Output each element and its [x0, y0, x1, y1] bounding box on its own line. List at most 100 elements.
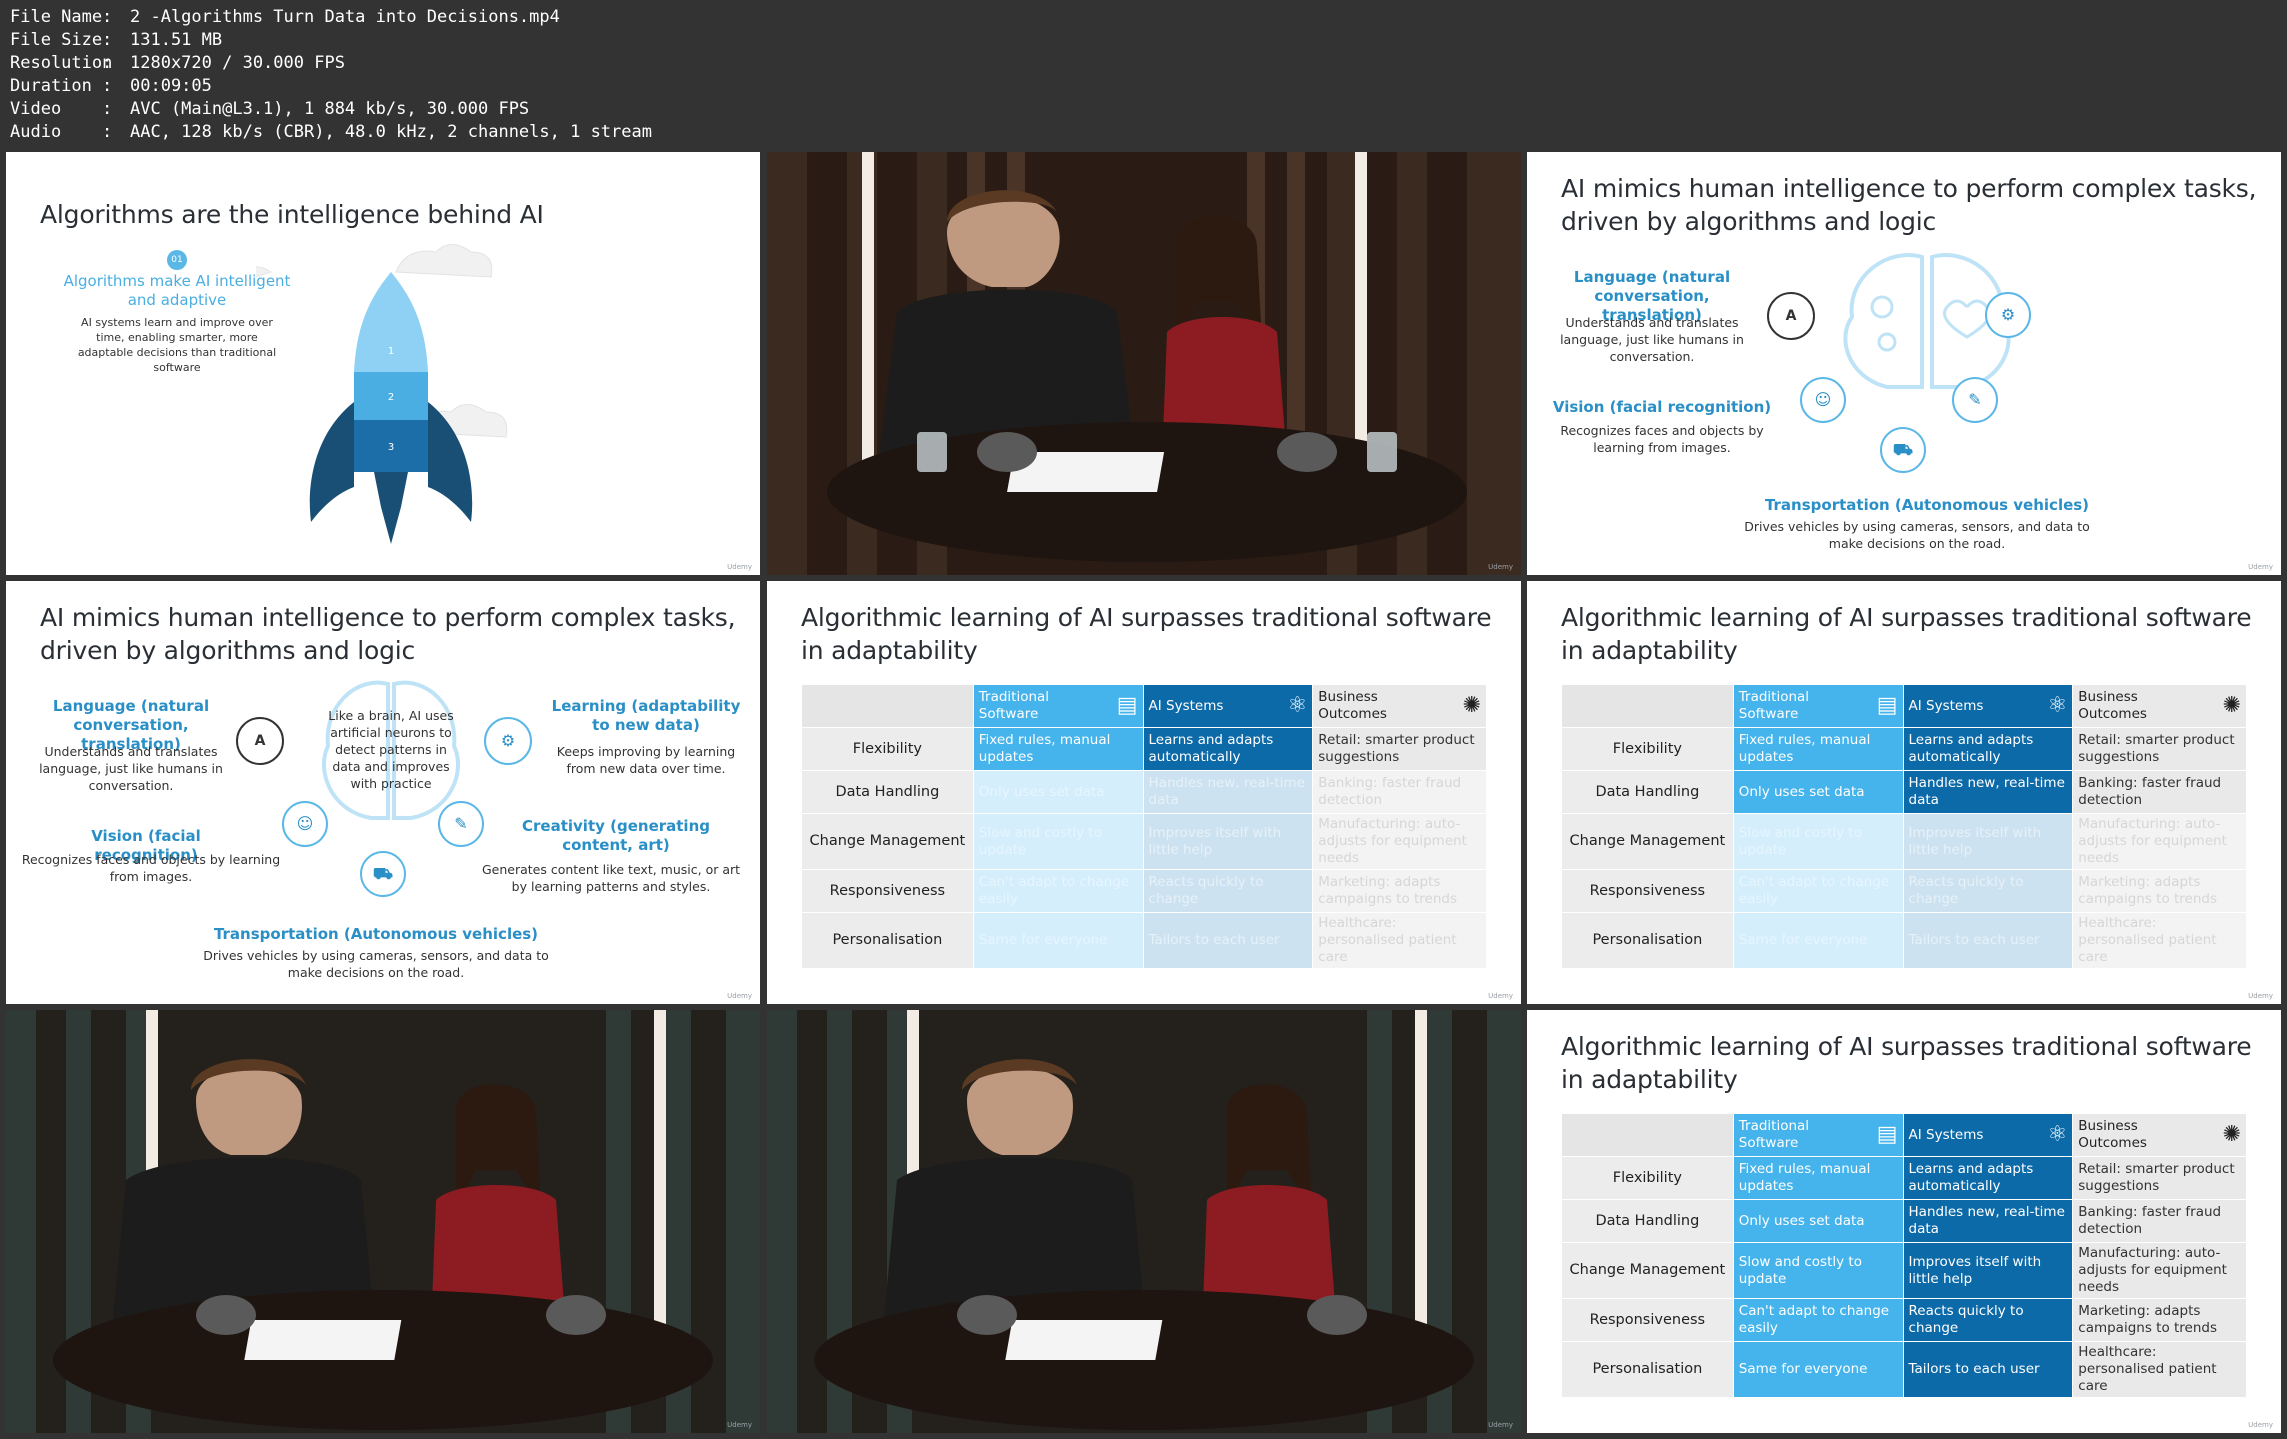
table-row-header: Data Handling: [801, 770, 974, 814]
table-cell: Healthcare: personalised patient care: [1312, 912, 1487, 969]
table-cell: Banking: faster fraud detection: [1312, 770, 1487, 814]
step-badge: 01: [167, 250, 187, 270]
table-cell: Manufacturing: auto-adjusts for equipmen…: [2072, 1242, 2247, 1299]
thumbnail-slide-ai-mimics[interactable]: AI mimics human intelligence to perform …: [1527, 152, 2281, 575]
thumbnail-slide-rocket[interactable]: Algorithms are the intelligence behind A…: [6, 152, 760, 575]
table-column-header: Business Outcomes ✺: [1312, 684, 1487, 728]
table-cell: Banking: faster fraud detection: [2072, 1199, 2247, 1243]
thumbnail-slide-table[interactable]: Algorithmic learning of AI surpasses tra…: [767, 581, 1521, 1004]
table-cell: Same for everyone: [1732, 912, 1904, 969]
table-row: Change Management Slow and costly to upda…: [1561, 813, 2247, 870]
thumbnail-video-frame[interactable]: Udemy: [6, 1010, 760, 1433]
table-cell: Only uses set data: [1732, 770, 1904, 814]
table-cell: Only uses set data: [1732, 1199, 1904, 1243]
thumbnail-slide-ai-mimics-full[interactable]: AI mimics human intelligence to perform …: [6, 581, 760, 1004]
table-row: Personalisation Same for everyone Tailors …: [1561, 912, 2247, 969]
table-column-header: AI Systems ⚛: [1902, 684, 2074, 728]
lightbulb-icon: ✺: [2222, 1122, 2241, 1147]
table-corner-cell: [1561, 1113, 1734, 1157]
table-cell: Slow and costly to update: [1732, 813, 1904, 870]
thumbnail-video-frame[interactable]: Udemy: [767, 1010, 1521, 1433]
file-info-row: File Size:131.51 MB: [10, 29, 652, 52]
table-cell: Can't adapt to change easily: [1732, 1298, 1904, 1342]
file-info-row: Audio: AAC, 128 kb/s (CBR), 48.0 kHz, 2 c…: [10, 121, 652, 144]
column-header-label: Business Outcomes: [2078, 689, 2147, 722]
brain-icon: ⚛: [2047, 1122, 2068, 1147]
lightbulb-icon: ✺: [2222, 693, 2241, 718]
table-row-header: Personalisation: [801, 912, 974, 969]
table-cell: Reacts quickly to change: [1902, 869, 2074, 913]
table-row-header: Flexibility: [801, 727, 974, 771]
info-key: File Size: [10, 30, 103, 50]
info-separator: :: [102, 99, 113, 119]
table-row: Responsiveness Can't adapt to change easi…: [801, 869, 1487, 913]
table-cell: Slow and costly to update: [1732, 1242, 1904, 1299]
table-cell: Reacts quickly to change: [1902, 1298, 2074, 1342]
table-row-header: Change Management: [1561, 813, 1734, 870]
thumbnail-video-frame[interactable]: Udemy: [767, 152, 1521, 575]
slide-title: AI mimics human intelligence to perform …: [40, 603, 736, 665]
table-row: Change Management Slow and costly to upda…: [1561, 1242, 2247, 1299]
feature-title: Vision (facial recognition): [1552, 398, 1772, 416]
column-header-label: AI Systems: [1148, 697, 1224, 714]
table-cell: Learns and adapts automatically: [1142, 727, 1314, 771]
table-cell: Same for everyone: [1732, 1341, 1904, 1398]
table-row: Data Handling Only uses set data Handles n…: [1561, 1199, 2247, 1243]
table-cell: Can't adapt to change easily: [972, 869, 1144, 913]
thumbnail-slide-table[interactable]: Algorithmic learning of AI surpasses tra…: [1527, 1010, 2281, 1433]
table-row-header: Personalisation: [1561, 912, 1734, 969]
slide-title: AI mimics human intelligence to perform …: [1561, 174, 2257, 236]
info-key: File Name: [10, 7, 103, 27]
feature-body: Keeps improving by learning from new dat…: [556, 744, 736, 776]
slide-body: AI systems learn and improve over time, …: [77, 316, 277, 374]
info-separator: :: [102, 53, 113, 73]
watermark: Udemy: [727, 1421, 752, 1429]
table-header-row: Traditional Software ▤ AI Systems ⚛ Business…: [801, 684, 1487, 728]
table-row: Personalisation Same for everyone Tailors …: [801, 912, 1487, 969]
table-column-header: AI Systems ⚛: [1902, 1113, 2074, 1157]
brain-caption: Like a brain, AI uses artificial neurons…: [328, 708, 454, 791]
translate-icon: A: [1767, 292, 1815, 340]
table-cell: Tailors to each user: [1902, 912, 2074, 969]
table-row-header: Flexibility: [1561, 727, 1734, 771]
info-separator: :: [102, 76, 113, 96]
table-cell: Handles new, real-time data: [1902, 1199, 2074, 1243]
car-icon: ⛟: [1880, 427, 1926, 473]
video-frame-image: [767, 152, 1521, 575]
feature-title: Transportation (Autonomous vehicles): [213, 925, 539, 943]
table-header-row: Traditional Software ▤ AI Systems ⚛ Business…: [1561, 1113, 2247, 1157]
table-column-header: Traditional Software ▤: [1732, 684, 1904, 728]
column-header-label: Traditional Software: [1738, 689, 1810, 722]
monitor-icon: ▤: [1116, 693, 1138, 718]
column-header-label: AI Systems: [1908, 1126, 1984, 1143]
table-row-header: Responsiveness: [1561, 1298, 1734, 1342]
table-cell: Fixed rules, manual updates: [972, 727, 1144, 771]
table-cell: Retail: smarter product suggestions: [2072, 1156, 2247, 1200]
video-frame-image: [6, 1010, 760, 1433]
feature-body: Understands and translates language, jus…: [39, 744, 223, 793]
feature-title: Creativity (generating content, art): [522, 817, 710, 854]
info-key: Duration: [10, 76, 92, 96]
face-scan-icon: ☺: [282, 801, 328, 847]
face-scan-icon: ☺: [1800, 377, 1846, 423]
thumbnail-slide-table[interactable]: Algorithmic learning of AI surpasses tra…: [1527, 581, 2281, 1004]
learning-icon: ⚙: [484, 717, 532, 765]
table-cell: Manufacturing: auto-adjusts for equipmen…: [2072, 813, 2247, 870]
table-row-header: Personalisation: [1561, 1341, 1734, 1398]
file-info-panel: File Name:2 -Algorithms Turn Data into D…: [10, 6, 652, 144]
table-cell: Marketing: adapts campaigns to trends: [2072, 869, 2247, 913]
table-header-row: Traditional Software ▤ AI Systems ⚛ Business…: [1561, 684, 2247, 728]
table-cell: Slow and costly to update: [972, 813, 1144, 870]
info-separator: :: [102, 122, 113, 142]
feature-body: Recognizes faces and objects by learning…: [1560, 423, 1764, 455]
translate-icon: A: [236, 717, 284, 765]
file-info-row: Video: AVC (Main@L3.1), 1 884 kb/s, 30.00…: [10, 98, 652, 121]
feature-body: Recognizes faces and objects by learning…: [21, 852, 281, 884]
rocket-stage-label: 2: [388, 392, 394, 403]
info-separator: :: [102, 7, 113, 27]
monitor-icon: ▤: [1876, 1122, 1898, 1147]
table-cell: Banking: faster fraud detection: [2072, 770, 2247, 814]
watermark: Udemy: [727, 563, 752, 571]
table-cell: Fixed rules, manual updates: [1732, 727, 1904, 771]
table-cell: Tailors to each user: [1142, 912, 1314, 969]
